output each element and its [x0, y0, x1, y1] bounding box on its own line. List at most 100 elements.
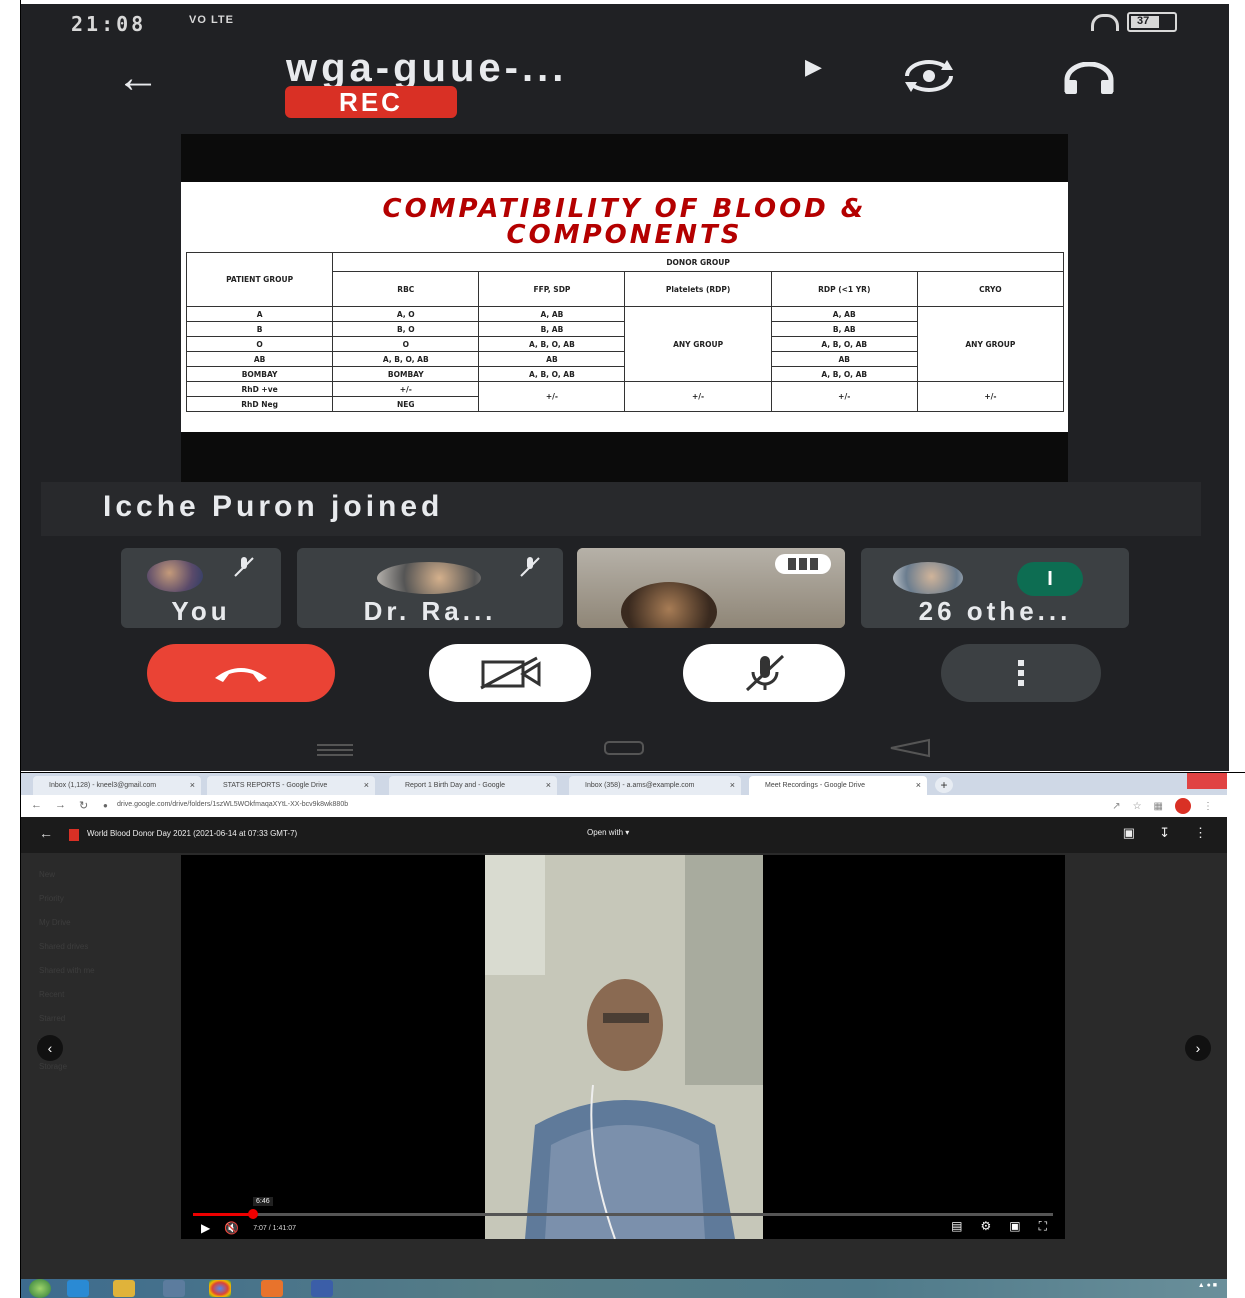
table-cell: A, B, O, AB	[770, 336, 918, 352]
participant-tile-dr[interactable]: Dr. Ra...	[297, 548, 563, 628]
open-with-label: Open with	[587, 828, 624, 837]
add-comment-icon[interactable]: ▣	[1123, 825, 1135, 841]
word-taskbar-icon[interactable]	[311, 1280, 333, 1297]
open-with-button[interactable]: Open with ▾	[587, 828, 629, 837]
next-file-button[interactable]: ›	[1185, 1035, 1211, 1061]
play-icon[interactable]: ▶	[201, 1221, 210, 1235]
extension-icon[interactable]: ▦	[1154, 801, 1163, 812]
close-tab-icon[interactable]: ×	[364, 776, 369, 795]
home-icon[interactable]	[603, 740, 645, 756]
slide-title: COMPATIBILITY OF BLOOD & COMPONENTS	[181, 196, 1068, 248]
status-clock: 21:08	[71, 12, 147, 36]
close-tab-icon[interactable]: ×	[916, 776, 921, 795]
close-tab-icon[interactable]: ×	[190, 776, 195, 795]
viewer-back-icon[interactable]: ←	[39, 825, 53, 841]
table-cell: B, AB	[478, 321, 626, 337]
volume-muted-icon[interactable]: 🔇	[224, 1221, 239, 1235]
recents-icon[interactable]	[315, 742, 355, 756]
video-file-icon	[69, 829, 79, 841]
switch-camera-icon[interactable]	[897, 56, 961, 96]
captions-icon[interactable]: ▤	[951, 1219, 962, 1234]
participant-tile-you[interactable]: You	[121, 548, 281, 628]
explorer-taskbar-icon[interactable]	[113, 1280, 135, 1297]
ie-taskbar-icon[interactable]	[67, 1280, 89, 1297]
table-cell: +/-	[916, 381, 1065, 412]
phone-status-bar: 21:08 VO LTE 37	[21, 4, 1229, 44]
table-cell: +/-	[624, 381, 772, 412]
app-taskbar-icon[interactable]	[261, 1280, 283, 1297]
android-nav-bar	[21, 726, 1229, 771]
tab-label: Meet Recordings - Google Drive	[765, 782, 865, 789]
browser-tab[interactable]: Inbox (358) - a.ams@example.com ×	[569, 776, 741, 795]
address-bar-row: ← → ↻ ● drive.google.com/drive/folders/1…	[21, 795, 1227, 817]
player-controls-left: ▶ 🔇 7:07 / 1:41:07	[201, 1221, 296, 1235]
close-tab-icon[interactable]: ×	[546, 776, 551, 795]
table-cell: RhD Neg	[185, 396, 334, 412]
participant-tile-others[interactable]: I 26 othe...	[861, 548, 1129, 628]
browser-tab-active[interactable]: Meet Recordings - Google Drive ×	[749, 776, 927, 795]
participant-name: You	[171, 596, 231, 626]
desktop-screen: Inbox (1,128) - kneel3@gmail.com × STATS …	[21, 773, 1227, 1298]
back-nav-icon[interactable]	[887, 738, 931, 758]
chrome-taskbar-icon[interactable]	[209, 1280, 231, 1297]
table-cell: AB	[185, 351, 334, 367]
start-button[interactable]	[29, 1279, 51, 1298]
meeting-title[interactable]: wga-guue-...	[286, 46, 567, 91]
join-notification-text: Icche Puron joined	[103, 490, 444, 523]
participant-tile-video[interactable]	[577, 548, 845, 628]
player-controls-right: ▤ ⚙ ▣ ⛶	[951, 1219, 1047, 1234]
close-tab-icon[interactable]: ×	[730, 776, 735, 795]
avatar	[893, 562, 963, 594]
table-cell: +/-	[770, 381, 918, 412]
table-cell: A, AB	[478, 306, 626, 322]
table-cell: B, O	[332, 321, 480, 337]
presentation-strip	[181, 432, 1068, 482]
participant-name: Dr. Ra...	[363, 596, 497, 626]
chevron-right-icon[interactable]: ▶	[805, 54, 822, 80]
tab-label: STATS REPORTS - Google Drive	[223, 782, 328, 789]
mic-toggle-button[interactable]	[683, 644, 845, 702]
table-cell: A, B, O, AB	[478, 336, 626, 352]
table-cell: RhD +ve	[185, 381, 334, 397]
camera-toggle-button[interactable]	[429, 644, 591, 702]
more-vert-icon	[1018, 660, 1024, 686]
video-progress-track[interactable]	[193, 1213, 1053, 1216]
meet-top-bar: ← wga-guue-... ▶ REC	[21, 44, 1229, 124]
browser-tab[interactable]: Report 1 Birth Day and - Google ×	[389, 776, 557, 795]
back-arrow-icon[interactable]: ←	[116, 56, 160, 100]
audio-output-icon[interactable]	[1061, 62, 1117, 96]
picture-in-picture-icon[interactable]: ▣	[1009, 1219, 1020, 1234]
previous-file-button[interactable]: ‹	[37, 1035, 63, 1061]
video-frame	[485, 855, 763, 1239]
star-icon[interactable]: ☆	[1133, 801, 1142, 812]
signal-indicator: VO LTE	[189, 14, 234, 26]
new-tab-button[interactable]: +	[935, 777, 953, 793]
more-vert-icon[interactable]: ⋮	[1194, 825, 1207, 841]
others-count-badge: I	[1017, 562, 1083, 596]
settings-gear-icon[interactable]: ⚙	[980, 1219, 991, 1234]
table-cell: B, AB	[770, 321, 918, 337]
forward-icon[interactable]: →	[55, 799, 66, 811]
windows-taskbar: ▲ ● ■	[21, 1279, 1227, 1298]
table-cell: AB	[478, 351, 626, 367]
url-field[interactable]: drive.google.com/drive/folders/1szWL5WOk…	[117, 801, 348, 808]
sidebar-item: Shared with me	[39, 966, 95, 975]
more-options-button[interactable]	[941, 644, 1101, 702]
reload-icon[interactable]: ↻	[79, 799, 88, 812]
download-icon[interactable]: ↧	[1159, 825, 1170, 841]
system-tray: ▲ ● ■	[1197, 1282, 1217, 1289]
table-cell: BOMBAY	[332, 366, 480, 382]
menu-icon[interactable]: ⋮	[1203, 801, 1213, 812]
header-donor: DONOR GROUP	[332, 252, 1064, 272]
end-call-button[interactable]	[147, 644, 335, 702]
player-time: 7:07 / 1:41:07	[253, 1224, 297, 1232]
table-cell: ANY GROUP	[916, 306, 1065, 382]
browser-tab[interactable]: Inbox (1,128) - kneel3@gmail.com ×	[33, 776, 201, 795]
media-taskbar-icon[interactable]	[163, 1280, 185, 1297]
back-icon[interactable]: ←	[31, 799, 42, 811]
profile-avatar[interactable]	[1175, 798, 1191, 814]
fullscreen-icon[interactable]: ⛶	[1039, 1219, 1047, 1234]
share-icon[interactable]: ↗	[1112, 801, 1120, 812]
browser-tab[interactable]: STATS REPORTS - Google Drive ×	[207, 776, 375, 795]
window-close-button[interactable]	[1187, 773, 1227, 789]
